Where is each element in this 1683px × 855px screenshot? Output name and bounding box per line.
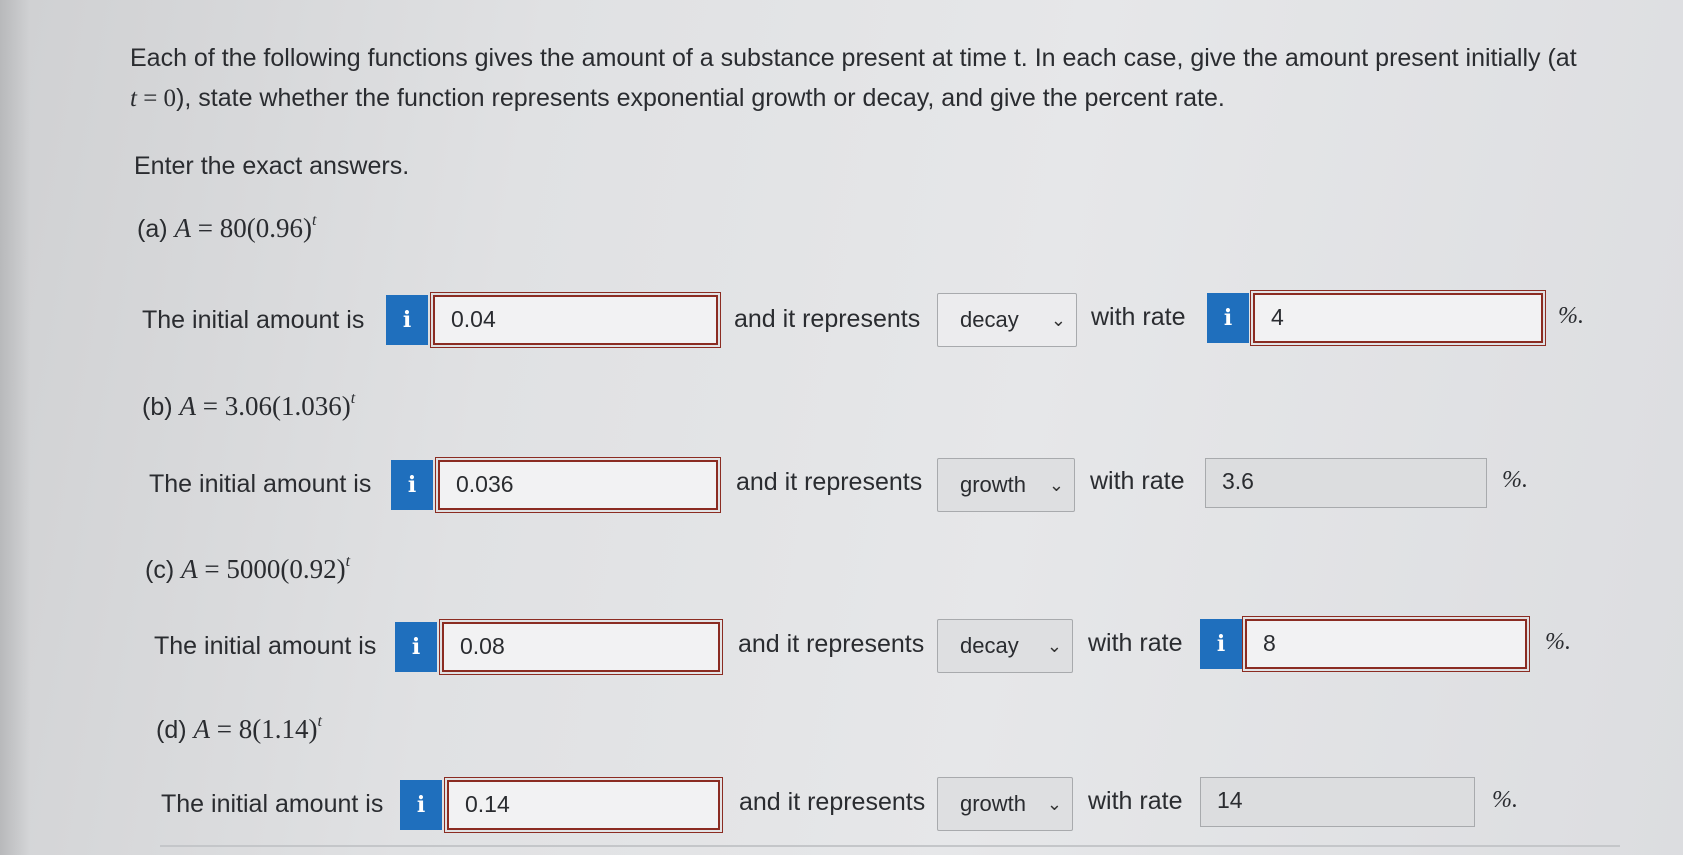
select-value: growth xyxy=(960,791,1027,816)
rate-input[interactable]: 8 xyxy=(1242,616,1530,672)
initial-amount-input[interactable]: 0.036 xyxy=(435,457,721,513)
initial-amount-input[interactable]: 0.04 xyxy=(430,292,721,348)
problem-a-exp: t xyxy=(311,212,317,229)
percent-label: %. xyxy=(1545,629,1571,655)
intro-var: t xyxy=(130,85,137,112)
percent-label: %. xyxy=(1502,467,1528,493)
with-rate-label: with rate xyxy=(1088,629,1183,657)
problem-b-letter: (b) xyxy=(142,393,173,421)
problem-d-eq: = 8(1.14) xyxy=(210,714,318,744)
represents-label: and it represents xyxy=(736,468,923,496)
left-edge-shadow xyxy=(0,0,30,855)
problem-c-label: (c) A = 5000(0.92)t xyxy=(145,553,350,585)
percent-label: %. xyxy=(1492,787,1518,813)
problem-d-label: (d) A = 8(1.14)t xyxy=(156,713,322,745)
with-rate-label: with rate xyxy=(1090,467,1185,495)
problem-c-eq: = 5000(0.92) xyxy=(197,554,346,584)
problem-c-letter: (c) xyxy=(145,556,175,584)
rate-input[interactable]: 3.6 xyxy=(1205,458,1487,508)
growth-decay-select[interactable]: decay ⌄ xyxy=(937,619,1073,673)
intro-line1: Each of the following functions gives th… xyxy=(130,44,1577,72)
with-rate-label: with rate xyxy=(1088,787,1183,815)
growth-decay-select[interactable]: growth ⌄ xyxy=(937,777,1073,831)
chevron-down-icon: ⌄ xyxy=(1046,636,1062,656)
represents-label: and it represents xyxy=(734,305,921,333)
rate-input[interactable]: 4 xyxy=(1250,290,1546,346)
initial-label: The initial amount is xyxy=(154,632,377,660)
intro-line2: ), state whether the function represents… xyxy=(176,84,1225,112)
problem-a-lhs: A xyxy=(174,213,192,243)
problem-b-lhs: A xyxy=(179,391,197,421)
chevron-down-icon: ⌄ xyxy=(1048,475,1064,495)
rate-input[interactable]: 14 xyxy=(1200,777,1475,827)
info-icon[interactable]: i xyxy=(395,622,437,672)
problem-a-label: (a) A = 80(0.96)t xyxy=(137,212,316,244)
represents-label: and it represents xyxy=(739,788,926,816)
initial-label: The initial amount is xyxy=(161,790,384,818)
info-icon[interactable]: i xyxy=(1207,293,1249,343)
question-intro: Each of the following functions gives th… xyxy=(130,38,1640,119)
problem-d-letter: (d) xyxy=(156,716,187,744)
problem-b-eq: = 3.06(1.036) xyxy=(196,391,351,421)
percent-label: %. xyxy=(1558,303,1584,329)
problem-b-exp: t xyxy=(350,390,356,407)
instruction-text: Enter the exact answers. xyxy=(134,152,410,180)
initial-amount-input[interactable]: 0.08 xyxy=(439,619,723,675)
problem-b-label: (b) A = 3.06(1.036)t xyxy=(142,390,355,422)
problem-d-lhs: A xyxy=(193,714,211,744)
represents-label: and it represents xyxy=(738,630,925,658)
chevron-down-icon: ⌄ xyxy=(1050,310,1066,330)
growth-decay-select[interactable]: growth ⌄ xyxy=(937,458,1075,512)
info-icon[interactable]: i xyxy=(391,460,433,510)
bottom-divider xyxy=(160,845,1620,847)
problem-a-eq: = 80(0.96) xyxy=(191,213,312,243)
select-value: decay xyxy=(960,633,1019,658)
info-icon[interactable]: i xyxy=(1200,619,1242,669)
problem-a-letter: (a) xyxy=(137,215,168,243)
initial-label: The initial amount is xyxy=(142,306,365,334)
intro-eq: = 0 xyxy=(136,85,177,112)
problem-c-exp: t xyxy=(345,553,351,570)
problem-d-exp: t xyxy=(317,713,322,730)
select-value: decay xyxy=(960,307,1019,332)
info-icon[interactable]: i xyxy=(386,295,428,345)
initial-amount-input[interactable]: 0.14 xyxy=(444,777,723,833)
chevron-down-icon: ⌄ xyxy=(1046,794,1062,814)
select-value: growth xyxy=(960,472,1027,497)
problem-c-lhs: A xyxy=(181,554,198,584)
growth-decay-select[interactable]: decay ⌄ xyxy=(937,293,1077,347)
info-icon[interactable]: i xyxy=(400,780,442,830)
with-rate-label: with rate xyxy=(1091,303,1186,331)
initial-label: The initial amount is xyxy=(149,470,372,498)
